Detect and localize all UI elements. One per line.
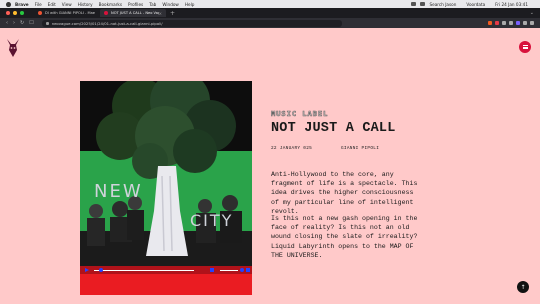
menu-app-name[interactable]: Brave bbox=[15, 2, 29, 7]
article-title: NOT JUST A CALL bbox=[271, 121, 396, 136]
menu-file[interactable]: File bbox=[35, 2, 42, 7]
player-controls-bar bbox=[80, 266, 252, 274]
battery-icon[interactable] bbox=[420, 2, 426, 6]
status-search[interactable]: Search Jason bbox=[429, 2, 456, 7]
lock-icon bbox=[45, 21, 49, 25]
scroll-to-top-button[interactable]: ↑ bbox=[517, 281, 529, 293]
close-tab-icon[interactable]: × bbox=[159, 11, 162, 16]
close-window-button[interactable] bbox=[6, 11, 10, 15]
section-label: MUSIC LABEL bbox=[271, 110, 329, 119]
sidebar-icon[interactable] bbox=[509, 21, 513, 25]
play-icon[interactable] bbox=[85, 268, 89, 272]
tab-gianni-pipoli[interactable]: DI with GIANNI PIPOLI - Mae bbox=[34, 9, 100, 17]
progress-track[interactable] bbox=[94, 269, 194, 271]
zoom-window-button[interactable] bbox=[20, 11, 24, 15]
hamburger-menu-button[interactable] bbox=[519, 41, 531, 53]
volume-slider[interactable] bbox=[220, 269, 238, 271]
menu-tab[interactable]: Tab bbox=[149, 2, 156, 7]
browser-tab-strip: DI with GIANNI PIPOLI - Mae NOT JUST A C… bbox=[0, 8, 540, 18]
wifi-icon[interactable] bbox=[411, 2, 417, 6]
menu-window[interactable]: Window bbox=[162, 2, 179, 7]
macos-menubar: Brave File Edit View History Bookmarks P… bbox=[0, 0, 540, 8]
menu-edit[interactable]: Edit bbox=[48, 2, 56, 7]
cover-word-new: NEW bbox=[94, 181, 143, 202]
menubar-status-area: Search Jason Voordata Fri 24 Jan 03:41 bbox=[411, 2, 540, 7]
tab-title: NOT JUST A CALL - Neo Vague bbox=[111, 11, 159, 15]
menubar-clock[interactable]: Fri 24 Jan 03:41 bbox=[495, 2, 528, 7]
menu-view[interactable]: View bbox=[62, 2, 72, 7]
tab-favicon-icon bbox=[104, 11, 108, 15]
address-bar[interactable]: neovague.com/2025/01/24/01-not-just-a-ca… bbox=[41, 19, 342, 27]
album-cover-art bbox=[80, 81, 252, 266]
wallet-icon[interactable] bbox=[523, 21, 527, 25]
article-paragraph-1: Anti-Hollywood to the core, any fragment… bbox=[271, 171, 418, 215]
minimize-window-button[interactable] bbox=[13, 11, 17, 15]
apple-icon[interactable] bbox=[6, 1, 11, 7]
menu-profiles[interactable]: Profiles bbox=[128, 2, 143, 7]
forward-icon[interactable]: › bbox=[13, 20, 15, 26]
progress-knob[interactable] bbox=[99, 268, 103, 272]
cover-word-city: CITY bbox=[190, 211, 234, 230]
volume-icon[interactable] bbox=[210, 268, 214, 272]
tab-list-chevron-icon[interactable]: ⌄ bbox=[530, 10, 534, 16]
address-bar-url: neovague.com/2025/01/24/01-not-just-a-ca… bbox=[51, 20, 163, 26]
article-date: 22 JANUARY 025 bbox=[271, 146, 313, 151]
page-content: NEW CITY MUSIC LABEL NOT JUST A CALL 22 … bbox=[0, 28, 540, 304]
menu-history[interactable]: History bbox=[78, 2, 93, 7]
article-paragraph-2: Is this not a new gash opening in the fa… bbox=[271, 215, 418, 259]
reload-icon[interactable]: ↻ bbox=[20, 20, 24, 26]
back-icon[interactable]: ‹ bbox=[6, 20, 8, 26]
fullscreen-icon[interactable] bbox=[246, 268, 250, 272]
options-icon[interactable] bbox=[240, 268, 244, 272]
article-author[interactable]: GIANNI PIPOLI bbox=[341, 146, 379, 151]
status-voordata[interactable]: Voordata bbox=[466, 2, 485, 7]
extensions-icon[interactable] bbox=[502, 21, 506, 25]
menu-bookmarks[interactable]: Bookmarks bbox=[99, 2, 122, 7]
brave-rewards-icon[interactable] bbox=[495, 21, 499, 25]
menu-kebab-icon[interactable] bbox=[530, 21, 534, 25]
tab-title: DI with GIANNI PIPOLI - Mae bbox=[45, 11, 95, 15]
devil-head-icon[interactable] bbox=[6, 38, 20, 58]
menu-help[interactable]: Help bbox=[185, 2, 195, 7]
leo-ai-icon[interactable] bbox=[516, 21, 520, 25]
new-tab-button[interactable]: + bbox=[170, 10, 175, 17]
tab-favicon-icon bbox=[38, 11, 42, 15]
audio-player bbox=[80, 266, 252, 295]
brave-shields-icon[interactable] bbox=[488, 21, 492, 25]
tab-not-just-a-call[interactable]: NOT JUST A CALL - Neo Vague × bbox=[100, 9, 166, 17]
nav-buttons: ‹ › ↻ ☐ bbox=[6, 20, 34, 26]
window-controls bbox=[6, 11, 24, 15]
toolbar-extensions bbox=[488, 21, 534, 25]
bookmark-icon[interactable]: ☐ bbox=[29, 20, 33, 26]
album-cover: NEW CITY bbox=[80, 81, 252, 266]
browser-toolbar: ‹ › ↻ ☐ neovague.com/2025/01/24/01-not-j… bbox=[0, 18, 540, 28]
